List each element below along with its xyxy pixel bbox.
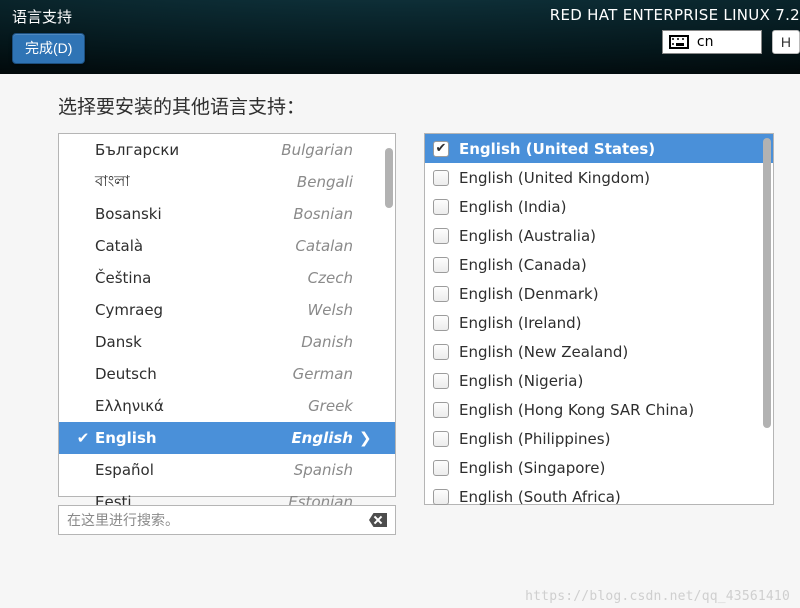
language-row[interactable]: CymraegWelsh❯	[59, 294, 395, 326]
search-box[interactable]	[58, 505, 396, 535]
language-english: Bulgarian	[281, 141, 353, 159]
locale-row[interactable]: English (Denmark)	[425, 279, 773, 308]
locale-row[interactable]: English (Ireland)	[425, 308, 773, 337]
locale-label: English (United Kingdom)	[459, 169, 650, 187]
language-row[interactable]: DanskDanish❯	[59, 326, 395, 358]
keyboard-layout-label: cn	[697, 34, 714, 50]
language-native: Español	[95, 461, 154, 479]
language-native: বাংলা	[95, 170, 130, 195]
locale-row[interactable]: English (Hong Kong SAR China)	[425, 395, 773, 424]
locale-label: English (Nigeria)	[459, 372, 583, 390]
scrollbar-thumb[interactable]	[763, 138, 771, 428]
language-english: Danish	[301, 333, 353, 351]
locale-row[interactable]: English (South Africa)	[425, 482, 773, 511]
language-english: Bengali	[297, 173, 353, 191]
locale-label: English (Ireland)	[459, 314, 582, 332]
locale-row[interactable]: English (Nigeria)	[425, 366, 773, 395]
language-native: Deutsch	[95, 365, 157, 383]
language-english: Spanish	[294, 461, 353, 479]
checkbox[interactable]	[433, 373, 449, 389]
locale-label: English (Denmark)	[459, 285, 599, 303]
checkbox[interactable]	[433, 286, 449, 302]
locale-label: English (United States)	[459, 140, 655, 158]
locale-label: English (Hong Kong SAR China)	[459, 401, 694, 419]
done-button[interactable]: 完成(D)	[12, 33, 85, 64]
locale-row[interactable]: English (United Kingdom)	[425, 163, 773, 192]
scrollbar-thumb[interactable]	[385, 148, 393, 208]
language-native: Cymraeg	[95, 301, 163, 319]
language-english: Catalan	[295, 237, 353, 255]
clear-icon[interactable]	[369, 513, 387, 527]
locale-row[interactable]: English (India)	[425, 192, 773, 221]
locale-label: English (Singapore)	[459, 459, 605, 477]
locale-label: English (Philippines)	[459, 430, 610, 448]
checkbox[interactable]	[433, 431, 449, 447]
help-button[interactable]: H	[772, 30, 800, 54]
language-native: Bosanski	[95, 205, 162, 223]
language-native: Čeština	[95, 269, 151, 287]
search-input[interactable]	[67, 512, 369, 528]
language-row[interactable]: ✔EnglishEnglish❯	[59, 422, 395, 454]
language-row[interactable]: ΕλληνικάGreek❯	[59, 390, 395, 422]
keyboard-layout-indicator[interactable]: cn	[662, 30, 762, 54]
language-english: German	[293, 365, 353, 383]
content-heading: 选择要安装的其他语言支持：	[58, 92, 774, 119]
language-row[interactable]: DeutschGerman❯	[59, 358, 395, 390]
chevron-right-icon: ❯	[359, 429, 375, 447]
language-native: Български	[95, 141, 179, 159]
language-list[interactable]: БългарскиBulgarian❯বাংলাBengali❯Bosanski…	[58, 133, 396, 497]
locale-row[interactable]: English (Australia)	[425, 221, 773, 250]
checkbox[interactable]	[433, 170, 449, 186]
language-english: Greek	[308, 397, 353, 415]
locale-row[interactable]: English (Canada)	[425, 250, 773, 279]
language-native: Català	[95, 237, 143, 255]
checkbox[interactable]	[433, 344, 449, 360]
language-native: Dansk	[95, 333, 142, 351]
locale-row[interactable]: English (United States)	[425, 134, 773, 163]
checkbox[interactable]	[433, 199, 449, 215]
checkbox[interactable]	[433, 228, 449, 244]
language-row[interactable]: EspañolSpanish❯	[59, 454, 395, 486]
language-row[interactable]: ČeštinaCzech❯	[59, 262, 395, 294]
checkbox[interactable]	[433, 402, 449, 418]
language-english: English	[291, 429, 353, 447]
language-row[interactable]: বাংলাBengali❯	[59, 166, 395, 198]
checkbox[interactable]	[433, 489, 449, 505]
language-native: English	[95, 429, 157, 447]
language-row[interactable]: БългарскиBulgarian❯	[59, 134, 395, 166]
locale-label: English (South Africa)	[459, 488, 621, 506]
locale-label: English (New Zealand)	[459, 343, 628, 361]
check-icon: ✔	[73, 429, 93, 447]
locale-list[interactable]: English (United States) English (United K…	[424, 133, 774, 505]
language-english: Bosnian	[293, 205, 353, 223]
language-row[interactable]: CatalàCatalan❯	[59, 230, 395, 262]
locale-label: English (India)	[459, 198, 566, 216]
product-name: RED HAT ENTERPRISE LINUX 7.2	[550, 6, 800, 24]
language-english: Czech	[308, 269, 353, 287]
language-english: Welsh	[307, 301, 353, 319]
scrollbar[interactable]	[385, 136, 393, 494]
locale-row[interactable]: English (Philippines)	[425, 424, 773, 453]
checkbox[interactable]	[433, 315, 449, 331]
checkbox[interactable]	[433, 257, 449, 273]
topbar: 语言支持 完成(D) RED HAT ENTERPRISE LINUX 7.2 …	[0, 0, 800, 74]
keyboard-icon	[669, 35, 689, 49]
locale-label: English (Australia)	[459, 227, 596, 245]
locale-row[interactable]: English (Singapore)	[425, 453, 773, 482]
scrollbar[interactable]	[763, 136, 771, 502]
checkbox[interactable]	[433, 460, 449, 476]
checkbox[interactable]	[433, 141, 449, 157]
language-native: Ελληνικά	[95, 397, 164, 415]
topbar-right: RED HAT ENTERPRISE LINUX 7.2 cn H	[550, 6, 800, 54]
watermark: https://blog.csdn.net/qq_43561410	[525, 589, 790, 604]
locale-label: English (Canada)	[459, 256, 587, 274]
content: 选择要安装的其他语言支持： Български Bulgarian ❯ বাংলা Be…	[0, 74, 800, 545]
language-row[interactable]: BosanskiBosnian❯	[59, 198, 395, 230]
locale-row[interactable]: English (New Zealand)	[425, 337, 773, 366]
